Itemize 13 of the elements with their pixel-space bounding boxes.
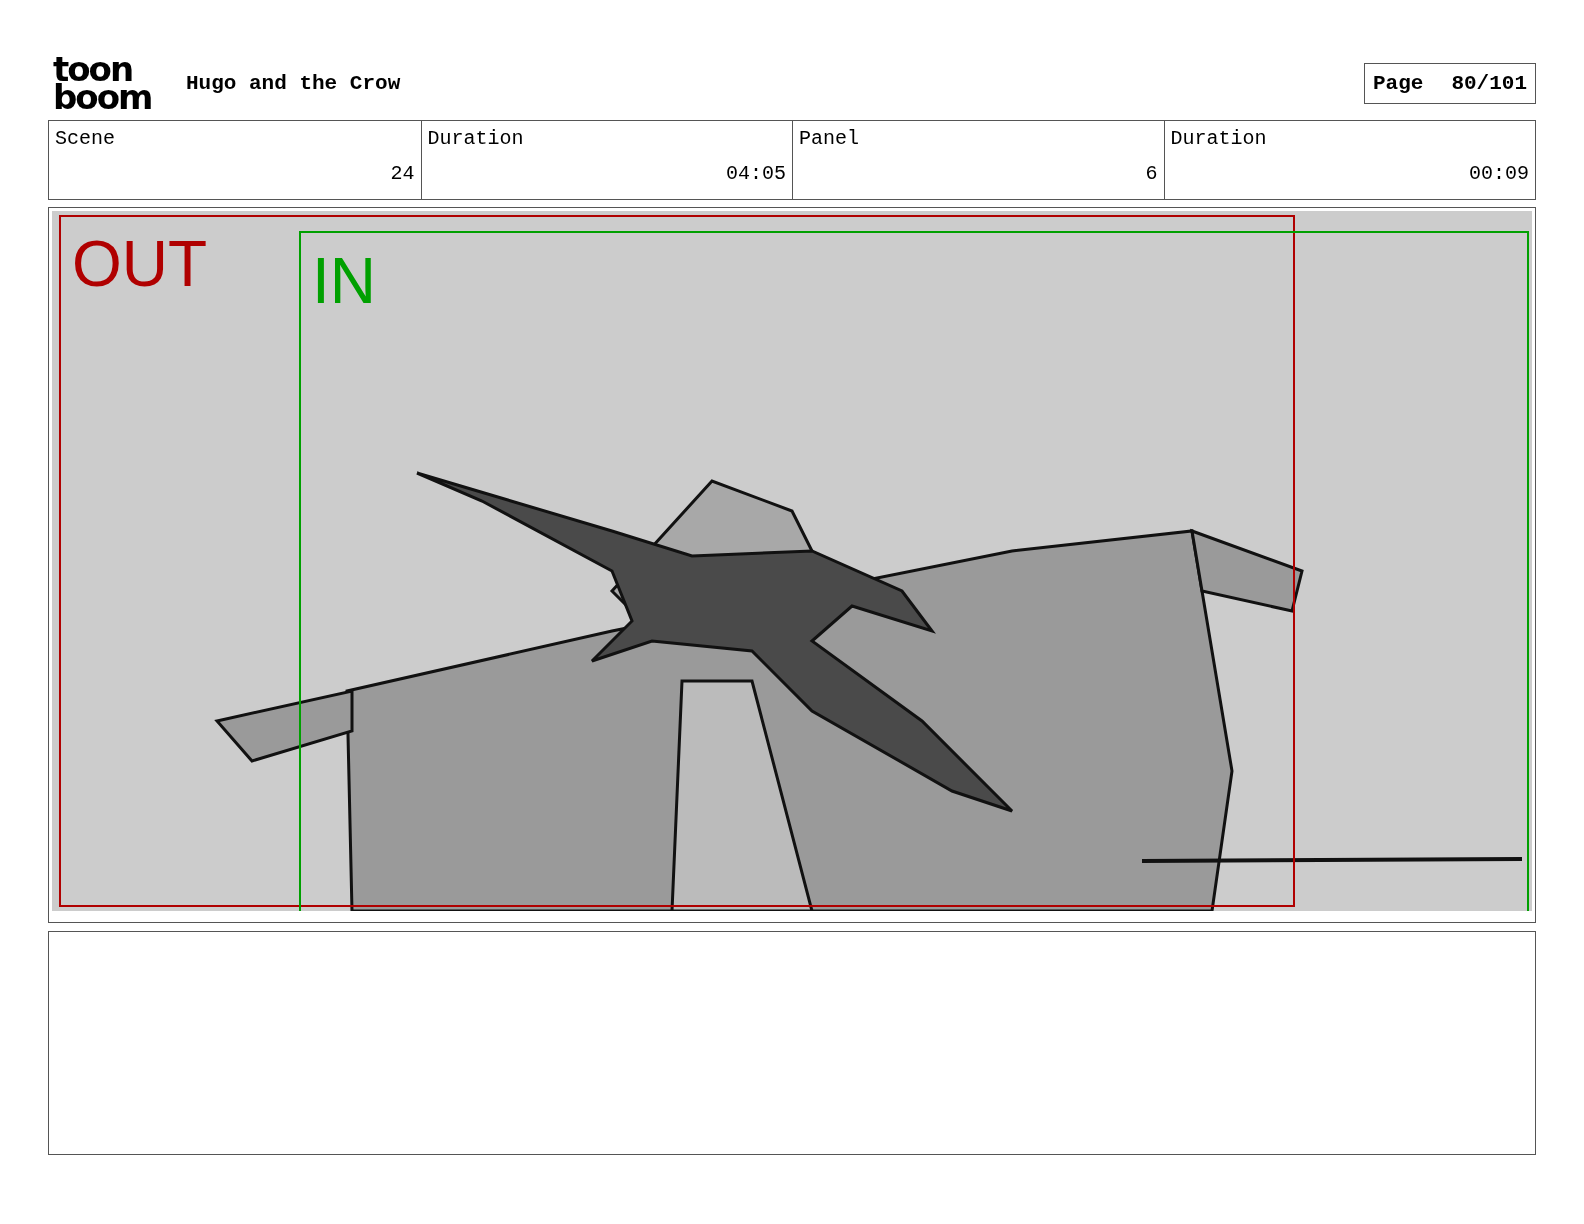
column-header: Duration — [427, 127, 525, 150]
frame-label: OUT — [72, 228, 208, 300]
frame-label: IN — [312, 245, 376, 317]
column-header: Panel — [799, 127, 860, 150]
page-counter: Page 80/101 — [1363, 62, 1536, 104]
table-cell: 00:09 — [1469, 162, 1529, 185]
column-header: Duration — [1170, 127, 1268, 150]
logo: toon boom — [53, 55, 153, 111]
table-cell: 24 — [390, 162, 415, 185]
table-cell: 6 — [1145, 162, 1158, 185]
column-header: Scene — [55, 127, 116, 150]
storyboard-title: Hugo and the Crow — [186, 71, 402, 95]
table-cell: 04:05 — [726, 162, 786, 185]
